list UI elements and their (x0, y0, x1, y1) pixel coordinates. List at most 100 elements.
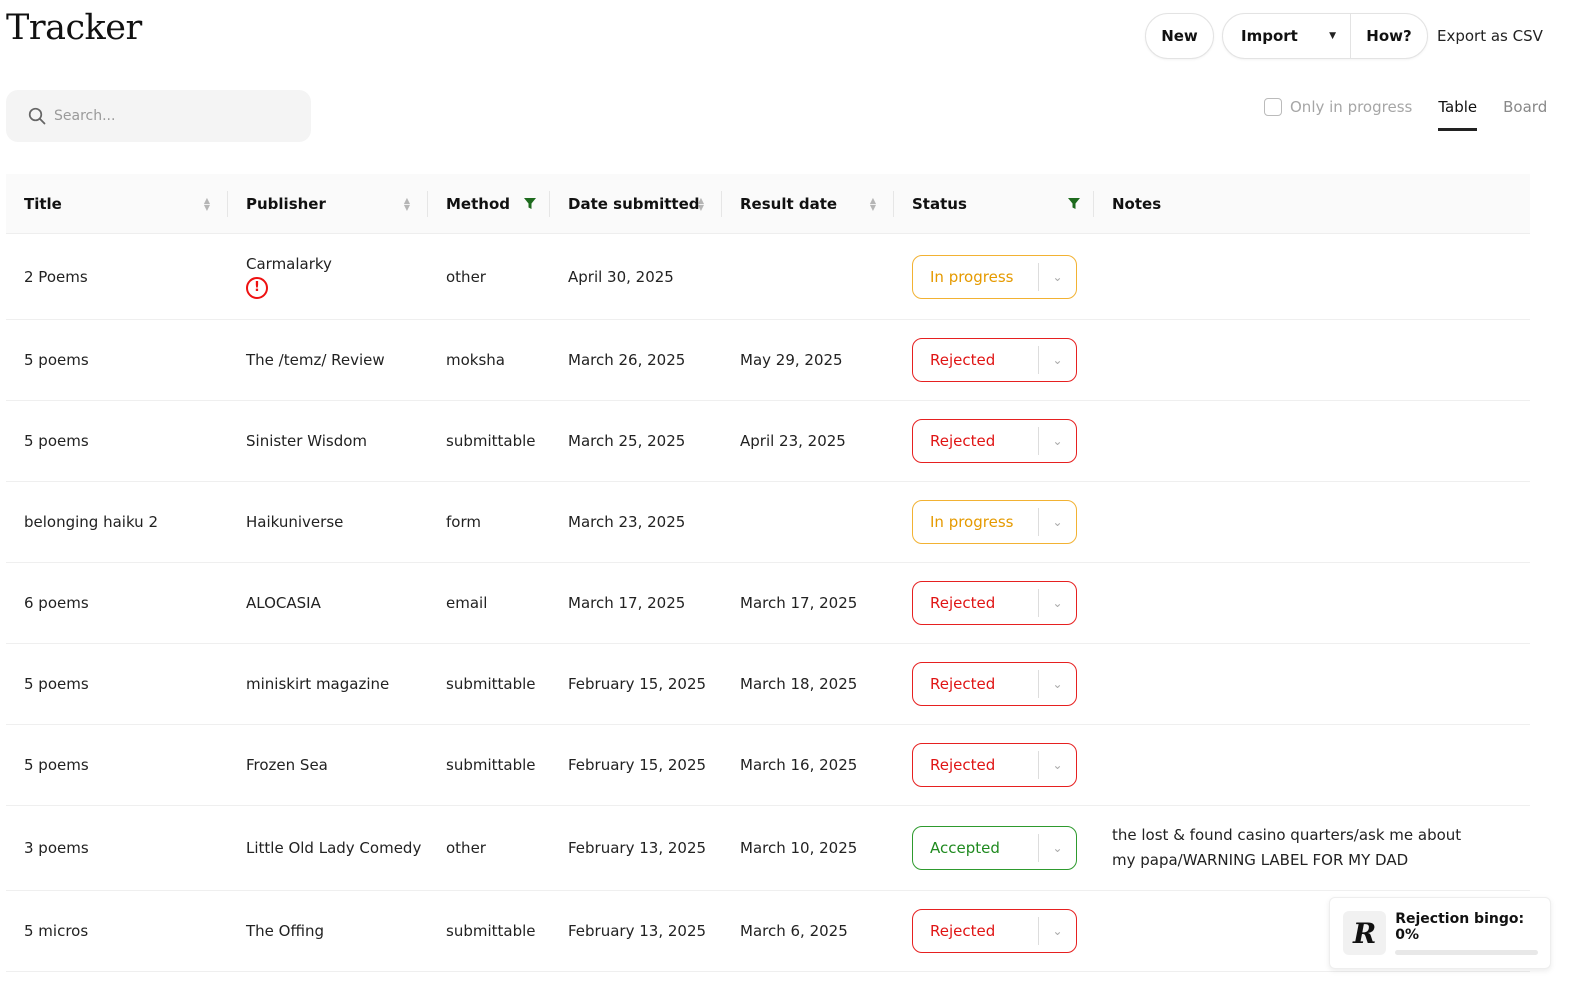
status-value: Rejected (930, 756, 996, 774)
cell-method: submittable (446, 922, 536, 940)
cell-status: Rejected ⌄ (894, 581, 1094, 625)
status-select[interactable]: Rejected ⌄ (912, 909, 1077, 953)
cell-title: 6 poems (24, 594, 89, 612)
cell-method: submittable (446, 432, 536, 450)
status-select[interactable]: In progress ⌄ (912, 254, 1077, 299)
chevron-down-icon[interactable]: ⌄ (1039, 353, 1076, 367)
sort-icon[interactable]: ▲ ▼ (870, 196, 876, 211)
column-header-method[interactable]: Method (428, 174, 550, 233)
cell-result-date: March 17, 2025 (740, 594, 858, 612)
status-value: In progress (930, 267, 1014, 286)
column-label: Result date (740, 194, 838, 213)
status-select[interactable]: Rejected ⌄ (912, 662, 1077, 706)
column-label: Method (446, 194, 510, 213)
cell-title: 5 poems (24, 351, 89, 369)
column-label: Status (912, 194, 967, 213)
sort-icon[interactable]: ▲ ▼ (698, 196, 704, 211)
cell-date-submitted: February 13, 2025 (568, 922, 707, 940)
cell-result-date: May 29, 2025 (740, 351, 843, 369)
cell-date-submitted: March 25, 2025 (568, 432, 686, 450)
import-label: Import (1241, 26, 1298, 45)
tab-board[interactable]: Board (1503, 98, 1547, 128)
status-select[interactable]: Rejected ⌄ (912, 338, 1077, 382)
cell-date-submitted: February 15, 2025 (568, 675, 707, 693)
cell-date-submitted: April 30, 2025 (568, 267, 674, 286)
search-box (6, 90, 311, 142)
status-value: Rejected (930, 432, 996, 450)
status-select[interactable]: In progress ⌄ (912, 500, 1077, 544)
cell-publisher: miniskirt magazine (246, 675, 390, 693)
how-button[interactable]: How? (1351, 14, 1427, 58)
cell-title: 2 Poems (24, 267, 88, 286)
table-header: Title ▲ ▼ Publisher ▲ ▼ Method Date submit… (6, 174, 1530, 234)
cell-date-submitted: February 15, 2025 (568, 756, 707, 774)
caret-down-icon[interactable]: ▼ (1329, 31, 1336, 41)
tab-table[interactable]: Table (1438, 98, 1478, 131)
only-in-progress-checkbox[interactable] (1264, 98, 1282, 116)
cell-result-date: March 16, 2025 (740, 756, 858, 774)
cell-date-submitted: March 17, 2025 (568, 594, 686, 612)
column-header-result-date[interactable]: Result date ▲ ▼ (722, 174, 894, 233)
status-select[interactable]: Rejected ⌄ (912, 743, 1077, 787)
chevron-down-icon[interactable]: ⌄ (1039, 924, 1076, 938)
filter-icon[interactable] (1068, 197, 1080, 210)
cell-result-date: March 6, 2025 (740, 922, 848, 940)
new-button[interactable]: New (1145, 12, 1214, 59)
chevron-down-icon[interactable]: ⌄ (1039, 677, 1076, 691)
cell-method: moksha (446, 351, 505, 369)
column-label: Date submitted (568, 194, 700, 213)
status-value: Rejected (930, 594, 996, 612)
status-select[interactable]: Rejected ⌄ (912, 419, 1077, 463)
table-row[interactable]: 3 poems Little Old Lady Comedy other Feb… (6, 806, 1530, 891)
table-row[interactable]: 5 poems Sinister Wisdom submittable Marc… (6, 401, 1530, 482)
cell-method: email (446, 594, 488, 612)
table-row[interactable]: 5 poems The /temz/ Review moksha March 2… (6, 320, 1530, 401)
table-row[interactable]: belonging haiku 2 Haikuniverse form Marc… (6, 482, 1530, 563)
sort-icon[interactable]: ▲ ▼ (404, 196, 410, 211)
cell-publisher: Haikuniverse (246, 513, 344, 531)
table-row[interactable]: 5 poems Frozen Sea submittable February … (6, 725, 1530, 806)
warning-icon[interactable]: ! (246, 276, 268, 299)
status-select[interactable]: Accepted ⌄ (912, 826, 1077, 870)
chevron-down-icon[interactable]: ⌄ (1039, 270, 1076, 284)
column-header-status[interactable]: Status (894, 174, 1094, 233)
search-input[interactable] (54, 108, 294, 124)
cell-publisher: Sinister Wisdom (246, 432, 368, 450)
chevron-down-icon[interactable]: ⌄ (1039, 434, 1076, 448)
rejection-bingo-widget[interactable]: R Rejection bingo: 0% (1329, 897, 1551, 969)
toolbar: New Import ▼ How? Export as CSV (1145, 12, 1543, 59)
bingo-label: Rejection bingo: 0% (1395, 911, 1525, 943)
cell-result-date: April 23, 2025 (740, 432, 846, 450)
cell-date-submitted: February 13, 2025 (568, 839, 707, 857)
cell-status: Rejected ⌄ (894, 909, 1094, 953)
column-header-date-submitted[interactable]: Date submitted ▲ ▼ (550, 174, 722, 233)
chevron-down-icon[interactable]: ⌄ (1039, 758, 1076, 772)
import-button[interactable]: Import ▼ (1223, 13, 1351, 58)
table-row[interactable]: 6 poems ALOCASIA email March 17, 2025 Ma… (6, 563, 1530, 644)
table-row[interactable]: 2 Poems Carmalarky ! other April 30, 202… (6, 234, 1530, 320)
cell-publisher: The Offing (246, 922, 325, 940)
chevron-down-icon[interactable]: ⌄ (1039, 841, 1076, 855)
sort-icon[interactable]: ▲ ▼ (204, 196, 210, 211)
cell-result-date: March 18, 2025 (740, 675, 858, 693)
cell-publisher: Little Old Lady Comedy (246, 839, 422, 857)
cell-result-date: March 10, 2025 (740, 839, 858, 857)
column-label: Notes (1112, 194, 1162, 213)
cell-status: Accepted ⌄ (894, 826, 1094, 870)
status-select[interactable]: Rejected ⌄ (912, 581, 1077, 625)
column-header-publisher[interactable]: Publisher ▲ ▼ (228, 174, 428, 233)
cell-notes: the lost & found casino quarters/ask me … (1112, 826, 1462, 869)
chevron-down-icon[interactable]: ⌄ (1039, 596, 1076, 610)
cell-method: submittable (446, 756, 536, 774)
table-row[interactable]: 5 poems miniskirt magazine submittable F… (6, 644, 1530, 725)
status-value: Accepted (930, 839, 1000, 857)
filter-icon[interactable] (524, 197, 536, 210)
cell-publisher: The /temz/ Review (246, 351, 385, 369)
column-label: Publisher (246, 194, 326, 213)
table-row[interactable]: 5 micros The Offing submittable February… (6, 891, 1530, 972)
chevron-down-icon[interactable]: ⌄ (1039, 515, 1076, 529)
column-header-notes: Notes (1094, 174, 1530, 233)
export-csv-link[interactable]: Export as CSV (1437, 27, 1543, 45)
only-in-progress-toggle[interactable]: Only in progress (1264, 98, 1412, 116)
column-header-title[interactable]: Title ▲ ▼ (6, 174, 228, 233)
